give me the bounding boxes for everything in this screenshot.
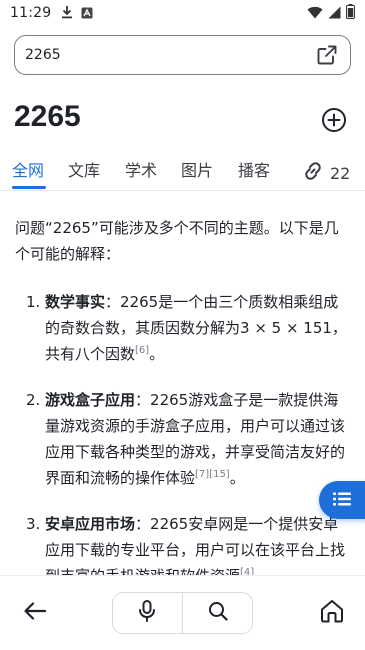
list-item-separator: ： (135, 391, 151, 409)
active-tab-indicator (12, 186, 46, 189)
arrow-left-icon (23, 601, 47, 625)
list-item-separator: ： (135, 515, 151, 533)
bottom-toolbar (0, 575, 365, 650)
open-external-icon[interactable] (314, 42, 340, 68)
tab-library[interactable]: 文库 (68, 158, 100, 188)
search-query[interactable]: 2265 (25, 47, 61, 63)
tab-academic[interactable]: 学术 (125, 158, 157, 188)
citation-link[interactable]: [6] (135, 345, 149, 356)
home-icon (319, 598, 345, 628)
search-button[interactable] (183, 593, 252, 633)
page-title: 2265 (14, 100, 81, 133)
add-button[interactable] (320, 108, 348, 136)
links-count-button[interactable]: 22 (302, 160, 350, 186)
answer-intro: 问题“2265”可能涉及多个不同的主题。以下是几个可能的解释： (15, 219, 339, 263)
list-item-title: 游戏盒子应用 (45, 391, 136, 409)
search-bar[interactable]: 2265 (14, 35, 351, 75)
list-item-title: 安卓应用市场 (45, 515, 136, 533)
status-bar: 11:29 (0, 0, 365, 26)
tab-podcast[interactable]: 播客 (238, 158, 270, 188)
list-icon (333, 491, 351, 510)
link-icon (302, 160, 324, 186)
list-item-separator: ： (105, 293, 121, 311)
list-item-number: 3. (26, 515, 41, 533)
list-item-title: 数学事实 (45, 293, 106, 311)
table-of-contents-button[interactable] (319, 481, 365, 519)
list-item-end: 。 (229, 469, 245, 487)
citation-link[interactable]: [4] (240, 567, 254, 576)
citation-link[interactable]: [7][15] (195, 469, 230, 480)
tab-web[interactable]: 全网 (12, 158, 44, 188)
wifi-icon (307, 4, 323, 23)
download-icon (61, 4, 73, 23)
status-left-icons (61, 4, 93, 23)
voice-button[interactable] (113, 593, 182, 633)
list-item-number: 2. (26, 391, 41, 409)
list-item-end: 。 (149, 345, 165, 363)
status-time: 11:29 (10, 5, 52, 21)
tabs-divider (0, 190, 365, 191)
links-count: 22 (330, 163, 351, 183)
back-button[interactable] (20, 600, 50, 626)
tab-images[interactable]: 图片 (181, 158, 213, 188)
list-item: 1. 数学事实：2265是一个由三个质数相乘组成的奇数合数，其质因数分解为3 ×… (15, 289, 350, 367)
microphone-icon (138, 600, 156, 626)
list-item-number: 1. (26, 293, 41, 311)
voice-search-pill (112, 592, 253, 634)
home-button[interactable] (317, 598, 347, 628)
list-item: 3. 安卓应用市场：2265安卓网是一个提供安卓应用下载的专业平台，用户可以在该… (15, 511, 350, 575)
search-icon (208, 601, 228, 625)
answer-content: 问题“2265”可能涉及多个不同的主题。以下是几个可能的解释： 1. 数学事实：… (15, 215, 350, 575)
status-right-icons (307, 3, 355, 23)
signal-icon (328, 4, 341, 23)
app-notification-icon (81, 4, 93, 23)
plus-circle-icon (321, 107, 347, 137)
battery-icon (346, 3, 355, 23)
list-item: 2. 游戏盒子应用：2265游戏盒子是一款提供海量游戏资源的手游盒子应用，用户可… (15, 387, 350, 491)
